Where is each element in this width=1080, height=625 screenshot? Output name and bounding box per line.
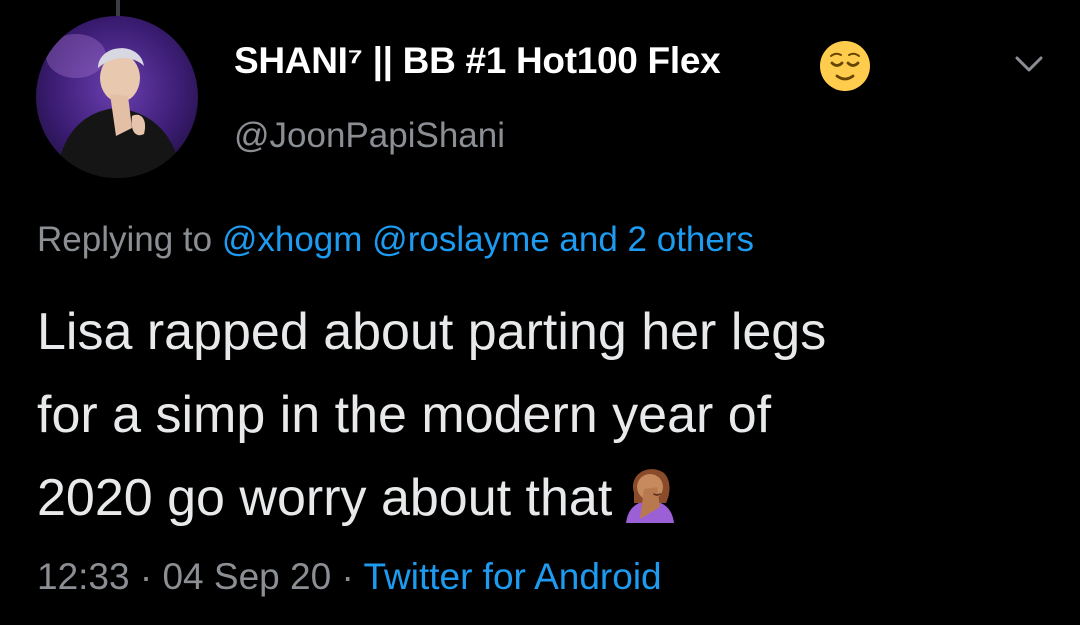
tweet-time: 12:33 [37,556,130,597]
replying-prefix: Replying to [37,220,213,259]
meta-separator: · [139,556,153,597]
reply-others-link[interactable]: and 2 others [559,220,754,259]
tweet-date: 04 Sep 20 [162,556,332,597]
person-facepalming-emoji [626,469,675,523]
reply-mention-roslayme[interactable]: @roslayme [372,220,550,259]
avatar[interactable] [36,16,198,178]
tweet-text-line-3-row: 2020 go worry about that [37,457,1057,540]
user-handle[interactable]: @JoonPapiShani [234,116,505,156]
tweet-body: Lisa rapped about parting her legs for a… [37,291,1057,540]
tweet-meta: 12:33 · 04 Sep 20 · Twitter for Android [37,556,662,598]
tweet-text-line-2: for a simp in the modern year of [37,386,772,444]
relieved-face-emoji [820,41,870,91]
tweet-text-line-3: 2020 go worry about that [37,469,613,527]
reply-mention-xhogm[interactable]: @xhogm [222,220,363,259]
chevron-down-icon[interactable] [1009,44,1049,84]
tweet-source-link[interactable]: Twitter for Android [363,556,661,597]
meta-separator: · [341,556,354,597]
display-name[interactable]: SHANI⁷ || BB #1 Hot100 Flex [234,40,721,82]
tweet-text-line-1: Lisa rapped about parting her legs [37,303,827,361]
replying-to-line: Replying to @xhogm @roslayme and 2 other… [37,220,754,260]
